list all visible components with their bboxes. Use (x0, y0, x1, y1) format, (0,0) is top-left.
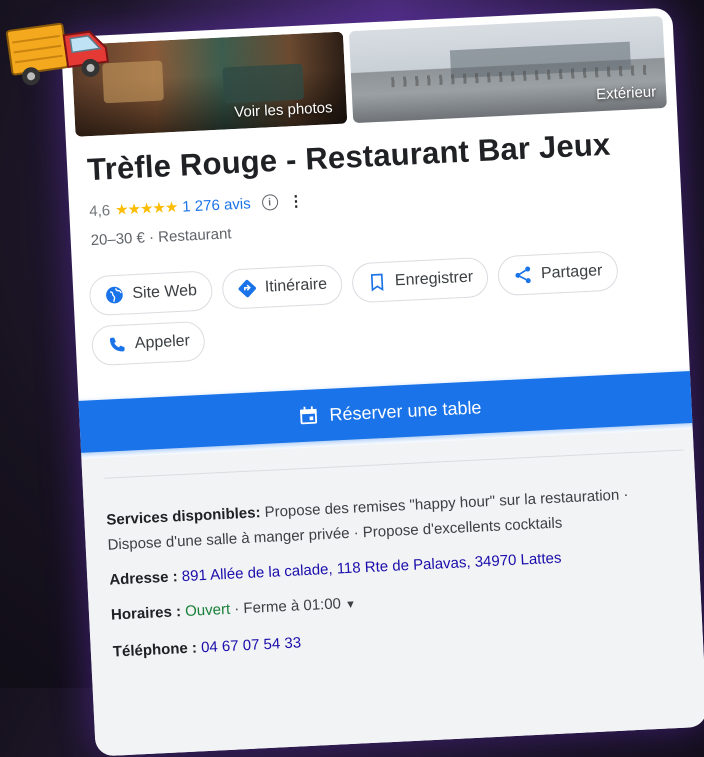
website-label: Site Web (131, 282, 198, 303)
see-photos-label: Voir les photos (233, 99, 333, 121)
photo-strip: Voir les photos Extérieur (71, 15, 667, 137)
address-link[interactable]: 891 Allée de la calade, 118 Rte de Palav… (181, 550, 561, 586)
share-icon (515, 266, 531, 284)
website-button[interactable]: Site Web (88, 270, 213, 317)
globe-icon (106, 286, 123, 304)
save-label: Enregistrer (394, 268, 474, 290)
place-title: Trèfle Rouge - Restaurant Bar Jeux (86, 126, 612, 188)
action-chips: Site Web Itinéraire Enregistrer Partager… (88, 247, 682, 367)
reviews-link[interactable]: 1 276 avis (182, 195, 251, 215)
hours-status: Ouvert (184, 600, 231, 620)
hours-label: Horaires : (110, 603, 182, 624)
more-options-icon[interactable]: ⋮ (288, 192, 304, 211)
share-label: Partager (540, 262, 603, 283)
photo-exterior[interactable]: Extérieur (348, 15, 667, 124)
directions-label: Itinéraire (264, 275, 328, 296)
calendar-icon (299, 406, 318, 425)
phone-label: Téléphone : (112, 639, 198, 661)
star-rating: ★★★★★ (114, 198, 178, 219)
place-card: Voir les photos Extérieur Trèfle Rouge -… (60, 7, 704, 757)
directions-icon (238, 279, 256, 298)
hours-close: · Ferme à 01:00 (233, 595, 342, 618)
directions-button[interactable]: Itinéraire (220, 263, 344, 310)
price-category: 20–30 € · Restaurant (90, 225, 232, 250)
phone-icon (109, 337, 125, 352)
rating-row: 4,6 ★★★★★ 1 276 avis i ⋮ (89, 192, 304, 220)
call-label: Appeler (134, 332, 191, 353)
exterior-label: Extérieur (595, 83, 657, 104)
reserve-label: Réserver une table (328, 396, 482, 425)
rating-value: 4,6 (88, 201, 111, 220)
phone-link[interactable]: 04 67 07 54 33 (201, 634, 302, 656)
details-list: Services disponibles: Propose des remise… (106, 479, 693, 674)
bookmark-icon (370, 273, 384, 292)
delivery-truck-icon (5, 22, 109, 86)
address-label: Adresse : (108, 568, 179, 589)
chevron-down-icon[interactable]: ▼ (345, 599, 356, 612)
details-panel: Services disponibles: Propose des remise… (81, 428, 704, 757)
divider (104, 449, 684, 479)
save-button[interactable]: Enregistrer (351, 256, 490, 304)
info-icon[interactable]: i (261, 193, 278, 211)
share-button[interactable]: Partager (497, 250, 619, 297)
services-label: Services disponibles: (106, 504, 261, 529)
call-button[interactable]: Appeler (90, 320, 206, 367)
